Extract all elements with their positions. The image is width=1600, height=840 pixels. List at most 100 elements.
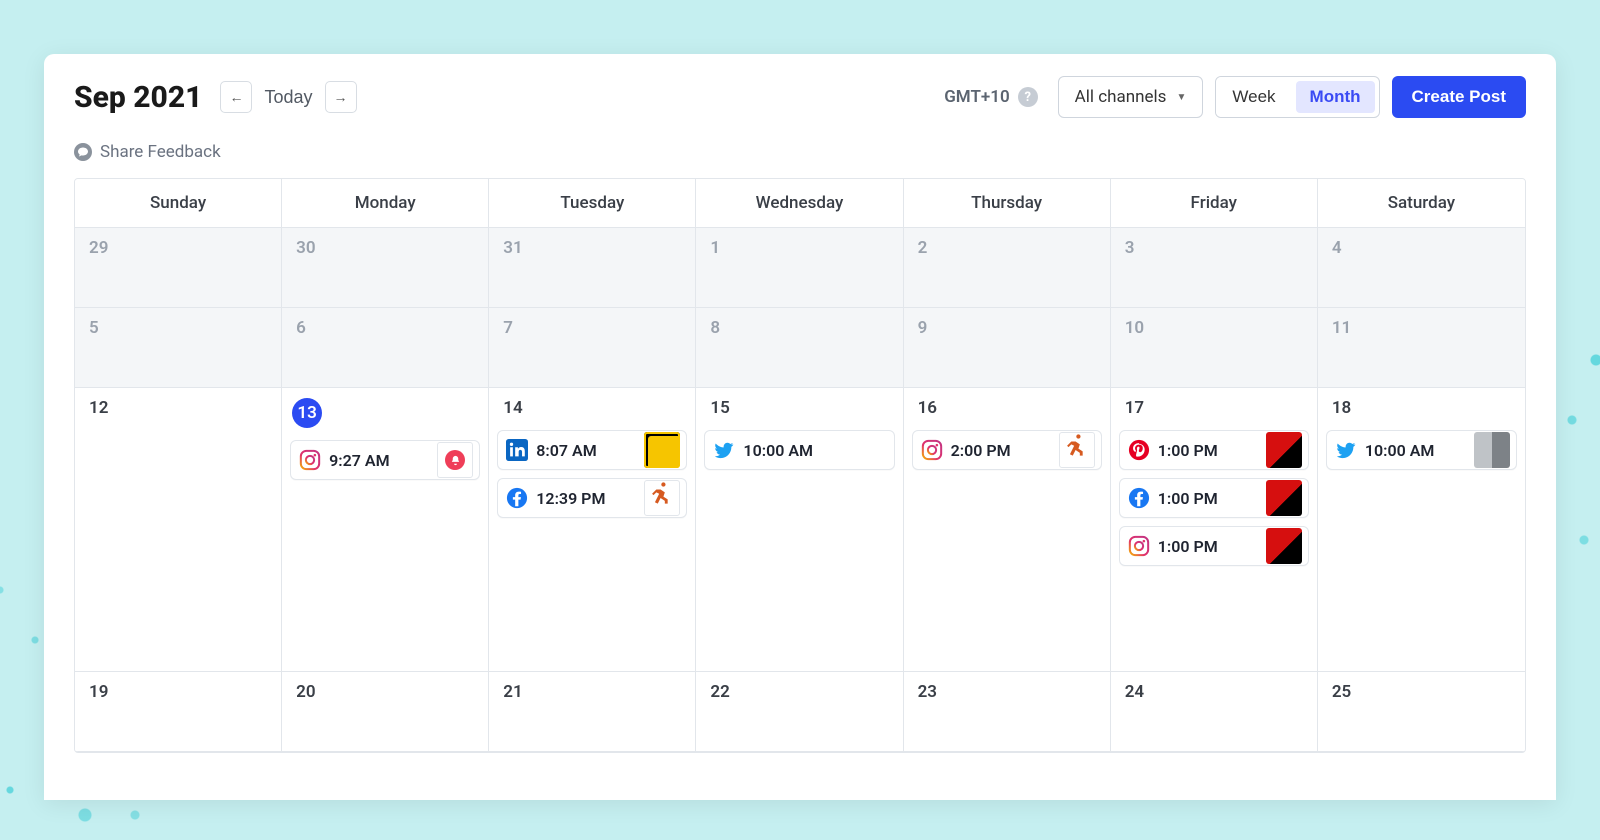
scheduled-post[interactable]: 1:00 PM [1119,478,1309,518]
calendar-cell[interactable]: 6 [282,308,489,388]
calendar-cell[interactable]: 30 [282,228,489,308]
scheduled-post[interactable]: 2:00 PM [912,430,1102,470]
calendar-cell[interactable]: 4 [1318,228,1525,308]
day-number: 20 [290,682,315,702]
calendar-grid: SundayMondayTuesdayWednesdayThursdayFrid… [74,178,1526,753]
scheduled-post[interactable]: 1:00 PM [1119,526,1309,566]
scheduled-post[interactable]: 1:00 PM [1119,430,1309,470]
calendar-cell[interactable]: 12 [75,388,282,672]
post-thumbnail [1474,432,1510,468]
post-time: 1:00 PM [1158,489,1258,508]
arrow-left-icon: ← [229,89,243,105]
calendar-cell[interactable]: 15 10:00 AM [696,388,903,672]
create-post-button[interactable]: Create Post [1392,76,1526,118]
calendar-cell[interactable]: 171:00 PM1:00 PM1:00 PM [1111,388,1318,672]
day-number: 5 [83,318,99,338]
day-number: 6 [290,318,306,338]
calendar-cell[interactable]: 162:00 PM [904,388,1111,672]
calendar-cell[interactable]: 9 [904,308,1111,388]
calendar-cell[interactable]: 13 9:27 AM [282,388,489,672]
day-number: 22 [704,682,729,702]
instagram-icon [1128,535,1150,557]
calendar-cell[interactable]: 10 [1111,308,1318,388]
day-number: 18 [1326,398,1351,418]
calendar-cell[interactable]: 22 [696,672,903,752]
calendar-cell[interactable]: 5 [75,308,282,388]
scheduled-post[interactable]: 12:39 PM [497,478,687,518]
calendar-cell[interactable]: 2 [904,228,1111,308]
linkedin-icon [506,439,528,461]
timezone-label: GMT+10 [944,87,1009,107]
post-time: 1:00 PM [1158,537,1258,556]
view-toggle: Week Month [1215,76,1379,118]
today-button[interactable]: Today [264,81,312,113]
calendar-cell[interactable]: 148:07 AM12:39 PM [489,388,696,672]
day-number: 12 [83,398,108,418]
post-thumbnail [1266,528,1302,564]
post-time: 10:00 AM [743,441,887,460]
dow-header: Monday [282,179,489,228]
day-number: 10 [1119,318,1144,338]
calendar-cell[interactable]: 8 [696,308,903,388]
help-icon[interactable]: ? [1018,87,1038,107]
post-time: 1:00 PM [1158,441,1258,460]
scheduled-post[interactable]: 10:00 AM [1326,430,1517,470]
calendar-cell[interactable]: 1 [696,228,903,308]
instagram-icon [299,449,321,471]
share-feedback-link[interactable]: Share Feedback [44,124,1556,172]
calendar-cell[interactable]: 20 [282,672,489,752]
day-number: 8 [704,318,720,338]
post-thumbnail [1266,432,1302,468]
day-number: 3 [1119,238,1135,258]
facebook-icon [506,487,528,509]
calendar-cell[interactable]: 3 [1111,228,1318,308]
calendar-cell[interactable]: 7 [489,308,696,388]
view-month-button[interactable]: Month [1296,81,1375,113]
day-number: 23 [912,682,937,702]
post-time: 10:00 AM [1365,441,1466,460]
calendar-cell[interactable]: 25 [1318,672,1525,752]
day-number: 15 [704,398,729,418]
share-feedback-label: Share Feedback [100,142,221,162]
day-number: 19 [83,682,108,702]
day-number: 30 [290,238,315,258]
calendar-cell[interactable]: 11 [1318,308,1525,388]
post-time: 8:07 AM [536,441,636,460]
chat-bubble-icon [74,143,92,161]
scheduled-post[interactable]: 9:27 AM [290,440,480,480]
calendar-cell[interactable]: 23 [904,672,1111,752]
next-month-button[interactable]: → [325,81,357,113]
twitter-icon [1335,439,1357,461]
day-number: 29 [83,238,108,258]
post-thumbnail [644,480,680,516]
dow-header: Wednesday [696,179,903,228]
post-thumbnail [1266,480,1302,516]
post-thumbnail [437,442,473,478]
chevron-down-icon: ▼ [1176,92,1186,103]
post-time: 2:00 PM [951,441,1051,460]
scheduled-post[interactable]: 10:00 AM [704,430,894,470]
twitter-icon [713,439,735,461]
scheduled-post[interactable]: 8:07 AM [497,430,687,470]
calendar-cell[interactable]: 31 [489,228,696,308]
day-number: 1 [704,238,720,258]
dow-header: Tuesday [489,179,696,228]
post-thumbnail [644,432,680,468]
calendar-cell[interactable]: 21 [489,672,696,752]
facebook-icon [1128,487,1150,509]
day-number: 7 [497,318,513,338]
calendar-cell[interactable]: 29 [75,228,282,308]
day-number: 25 [1326,682,1351,702]
calendar-cell[interactable]: 19 [75,672,282,752]
month-title: Sep 2021 [74,80,202,115]
view-week-button[interactable]: Week [1216,77,1291,117]
day-number: 4 [1326,238,1342,258]
day-number: 21 [497,682,522,702]
channels-dropdown[interactable]: All channels ▼ [1058,76,1204,118]
prev-month-button[interactable]: ← [220,81,252,113]
day-number: 13 [292,398,322,428]
post-time: 12:39 PM [536,489,636,508]
calendar-cell[interactable]: 24 [1111,672,1318,752]
day-number: 11 [1326,318,1351,338]
calendar-cell[interactable]: 18 10:00 AM [1318,388,1525,672]
